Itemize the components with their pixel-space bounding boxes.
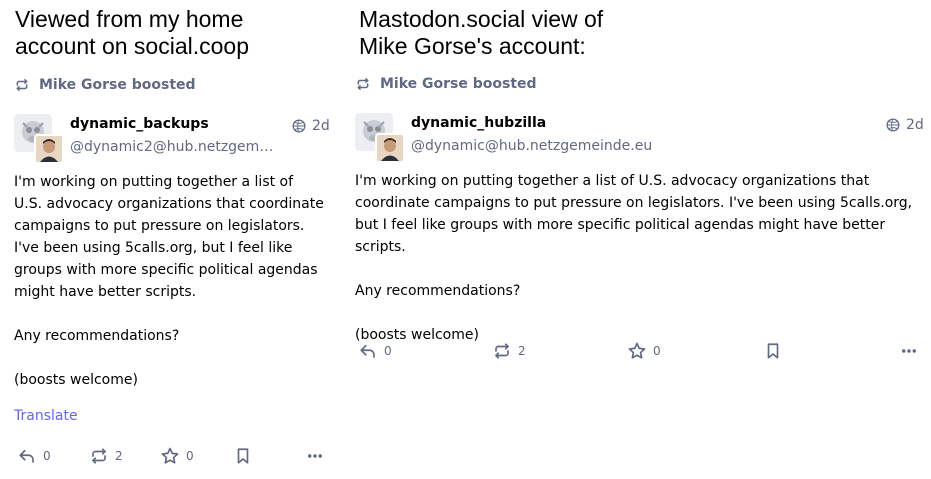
boosted-by[interactable]: Mike Gorse boosted — [15, 77, 196, 93]
boosted-by-label: Mike Gorse boosted — [380, 76, 537, 92]
globe-icon — [292, 119, 306, 133]
caption-left-line2: account on social.coop — [15, 33, 249, 59]
account-handle[interactable]: @dynamic2@hub.netzgemei… — [70, 139, 275, 155]
reply-button[interactable]: 0 — [358, 342, 392, 360]
post-time: 2d — [906, 117, 924, 133]
post-paragraph: I'm working on putting together a list o… — [14, 174, 324, 300]
star-icon — [161, 447, 179, 464]
caption-right-line2: Mike Gorse's account: — [359, 33, 586, 59]
caption-left-line1: Viewed from my home — [15, 6, 244, 32]
post-meta[interactable]: 2d — [886, 117, 924, 133]
boost-icon — [92, 448, 106, 464]
boost-button[interactable]: 2 — [89, 447, 123, 465]
favourite-count: 0 — [186, 449, 194, 463]
post-meta[interactable]: 2d — [292, 118, 330, 134]
caption-left: Viewed from my home account on social.co… — [15, 6, 249, 60]
boosted-by-label: Mike Gorse boosted — [39, 77, 196, 93]
booster-avatar — [375, 133, 405, 163]
bookmark-icon — [767, 343, 779, 359]
reply-count: 0 — [384, 344, 392, 358]
boost-count: 2 — [115, 449, 123, 463]
avatar[interactable] — [14, 114, 64, 164]
bookmark-button[interactable] — [764, 342, 782, 360]
post-paragraph: Any recommendations? — [355, 283, 521, 299]
boost-count: 2 — [518, 344, 526, 358]
post-paragraph: Any recommendations? — [14, 328, 180, 344]
more-icon — [308, 454, 322, 458]
bookmark-button[interactable] — [234, 447, 252, 465]
post-time: 2d — [312, 118, 330, 134]
favourite-count: 0 — [653, 344, 661, 358]
post-content: I'm working on putting together a list o… — [14, 171, 324, 391]
more-button[interactable] — [899, 342, 919, 360]
reply-icon — [360, 344, 375, 358]
reply-count: 0 — [43, 449, 51, 463]
post-paragraph: (boosts welcome) — [14, 372, 138, 388]
boost-icon — [495, 343, 509, 359]
reply-button[interactable]: 0 — [17, 447, 51, 465]
account-handle[interactable]: @dynamic@hub.netzgemeinde.eu — [411, 138, 671, 154]
translate-link[interactable]: Translate — [14, 408, 78, 424]
globe-icon — [886, 118, 900, 132]
bookmark-icon — [237, 448, 249, 464]
display-name[interactable]: dynamic_hubzilla — [411, 115, 546, 131]
boosted-by[interactable]: Mike Gorse boosted — [356, 76, 537, 92]
favourite-button[interactable]: 0 — [160, 447, 194, 465]
post-paragraph: I'm working on putting together a list o… — [355, 173, 913, 255]
more-icon — [902, 349, 916, 353]
caption-right-line1: Mastodon.social view of — [359, 6, 604, 32]
caption-right: Mastodon.social view of Mike Gorse's acc… — [359, 6, 603, 60]
avatar[interactable] — [355, 113, 405, 163]
star-icon — [628, 342, 646, 359]
favourite-button[interactable]: 0 — [627, 342, 661, 360]
more-button[interactable] — [305, 447, 325, 465]
display-name[interactable]: dynamic_backups — [70, 116, 209, 132]
booster-avatar — [34, 134, 64, 164]
boost-icon — [16, 78, 28, 92]
post-content: I'm working on putting together a list o… — [355, 170, 925, 346]
boost-button[interactable]: 2 — [492, 342, 526, 360]
reply-icon — [19, 449, 34, 463]
boost-icon — [357, 77, 369, 91]
